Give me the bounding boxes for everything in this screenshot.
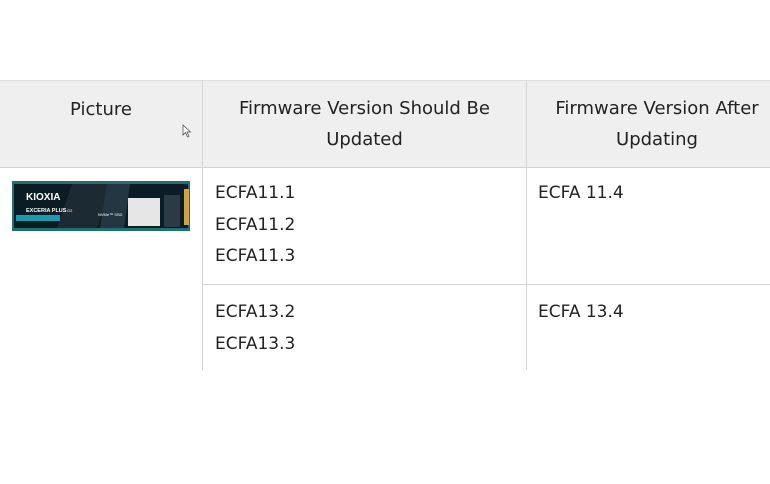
header-fw-after-line2: Updating [616,129,698,150]
ssd-brand-label: KIOXIA [26,192,60,203]
header-fw-after: Firmware Version After Updating [527,81,770,167]
fw-after-value: ECFA 13.4 [538,302,624,322]
fw-version-item: ECFA11.2 [215,214,296,235]
fw-version-item: ECFA13.2 [215,302,296,322]
table-header-row: Picture Firmware Version Should Be Updat… [0,80,770,168]
fw-version-item: ECFA13.3 [215,333,296,354]
header-fw-should-update-line2: Updated [326,129,403,150]
column-divider [202,80,203,370]
ssd-model-label: EXCERIA PLUS [26,208,67,214]
column-divider [526,80,527,370]
row-divider [203,284,770,285]
header-picture: Picture [0,81,202,167]
kioxia-ssd-image: KIOXIA EXCERIA PLUS G2 NVMe™ SSD [12,181,190,231]
mouse-pointer-icon [182,124,192,138]
header-fw-should-update: Firmware Version Should Be Updated [203,81,526,167]
fw-after-value: ECFA 11.4 [538,183,624,203]
header-picture-label: Picture [70,98,132,120]
fw-should-update-list: ECFA11.1 ECFA11.2 ECFA11.3 [215,178,295,273]
ssd-type-label: NVMe™ SSD [98,212,123,217]
fw-version-item: ECFA11.3 [215,246,296,266]
fw-should-update-list: ECFA13.2 ECFA13.3 [215,297,295,360]
ssd-model-suffix: G2 [67,208,73,213]
fw-version-item: ECFA11.1 [215,183,296,203]
header-fw-should-update-line1: Firmware Version Should Be [239,98,490,119]
header-fw-after-line1: Firmware Version After [555,98,759,119]
